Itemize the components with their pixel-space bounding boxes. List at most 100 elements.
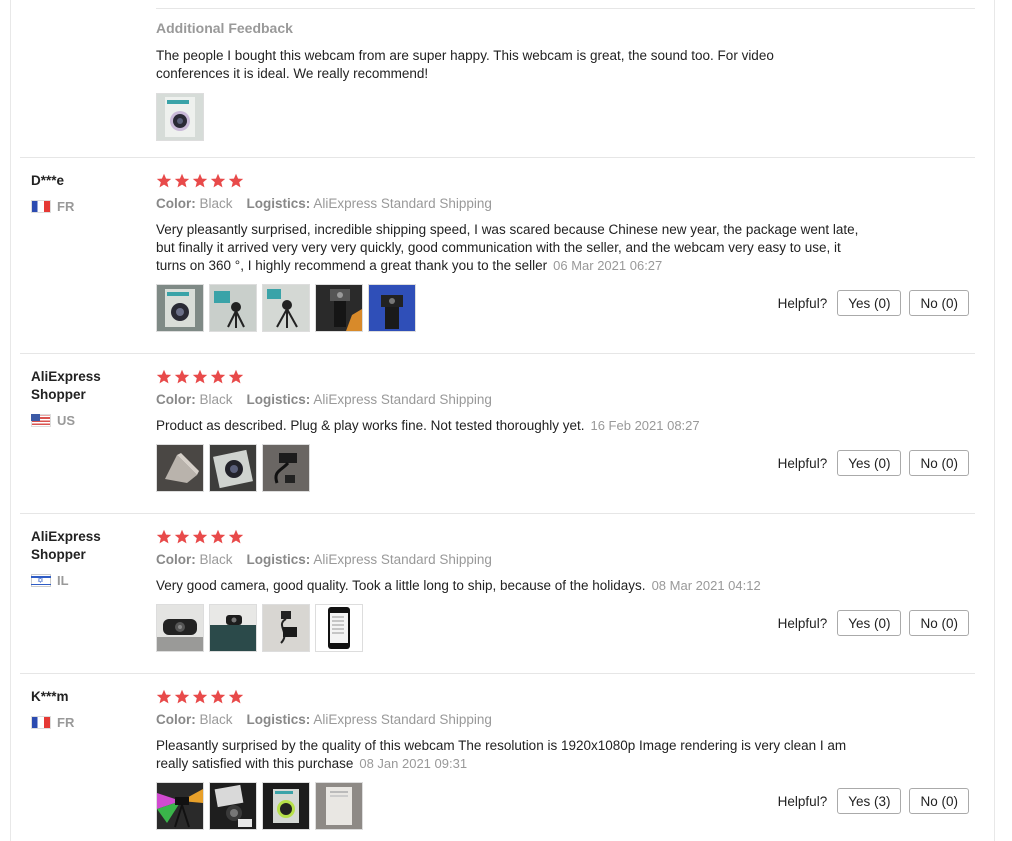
star-icon [210,369,226,384]
country-code: FR [57,715,75,730]
helpful-no-button[interactable]: No (0) [909,290,969,316]
star-icon [228,173,244,188]
review-photo[interactable] [262,444,310,492]
helpful-yes-button[interactable]: Yes (0) [837,610,902,636]
review-photo[interactable] [315,284,363,332]
review-photo[interactable] [156,782,204,830]
review-photo[interactable] [315,604,363,652]
review-photos [156,284,416,332]
logistics-label: Logistics: [246,712,311,727]
logistics-label: Logistics: [246,552,311,567]
usa-flag-icon [31,414,51,427]
star-rating [156,689,244,705]
review-photo[interactable] [262,284,310,332]
review-meta: Color: Black Logistics: AliExpress Standa… [156,552,492,567]
helpful-no-button[interactable]: No (0) [909,450,969,476]
color-label: Color: [156,196,196,211]
star-icon [174,529,190,544]
country-code: IL [57,573,69,588]
reviewer-country: US [31,413,75,428]
logistics-value: AliExpress Standard Shipping [313,552,492,567]
review-meta: Color: Black Logistics: AliExpress Standa… [156,392,492,407]
helpful-label: Helpful? [777,295,828,311]
review-body: Very pleasantly surprised, incredible sh… [156,222,859,273]
star-icon [228,529,244,544]
star-rating [156,369,244,385]
review-photo[interactable] [156,604,204,652]
reviewer-name: AliExpress Shopper [31,369,101,402]
review-body: Product as described. Plug & play works … [156,418,585,433]
review-text: Very good camera, good quality. Took a l… [156,577,861,595]
review-photo[interactable] [209,284,257,332]
review-photo[interactable] [262,782,310,830]
review-date: 08 Mar 2021 04:12 [651,578,761,593]
helpful-vote: Helpful? Yes (0) No (0) [778,450,969,476]
france-flag-icon [31,200,51,213]
star-icon [228,369,244,384]
logistics-value: AliExpress Standard Shipping [313,712,492,727]
logistics-value: AliExpress Standard Shipping [313,392,492,407]
logistics-value: AliExpress Standard Shipping [313,196,492,211]
reviewer-name: AliExpress Shopper [31,529,101,562]
review-photos [156,782,363,830]
review-meta: Color: Black Logistics: AliExpress Standa… [156,196,492,211]
star-icon [192,369,208,384]
star-icon [192,689,208,704]
divider [20,673,975,674]
review-date: 16 Feb 2021 08:27 [590,418,700,433]
divider [156,8,975,9]
star-icon [156,529,172,544]
review-photo[interactable] [262,604,310,652]
review-photos [156,444,310,492]
star-icon [210,529,226,544]
star-icon [210,173,226,188]
review-photo[interactable] [156,284,204,332]
color-label: Color: [156,552,196,567]
review-photo[interactable] [209,444,257,492]
review-photo[interactable] [209,782,257,830]
france-flag-icon [31,716,51,729]
country-code: US [57,413,76,428]
review-text: Product as described. Plug & play works … [156,417,861,435]
helpful-vote: Helpful? Yes (0) No (0) [778,610,969,636]
helpful-yes-button[interactable]: Yes (0) [837,450,902,476]
helpful-yes-button[interactable]: Yes (3) [837,788,902,814]
helpful-no-button[interactable]: No (0) [909,610,969,636]
review-photo[interactable] [156,93,204,141]
star-rating [156,173,244,189]
reviewer-name: D***e [31,173,65,188]
color-value: Black [199,712,233,727]
israel-flag-icon: ✡ [31,574,51,587]
star-icon [228,689,244,704]
review-photo[interactable] [156,444,204,492]
helpful-vote: Helpful? Yes (3) No (0) [778,788,969,814]
review-body: Very good camera, good quality. Took a l… [156,578,646,593]
helpful-no-button[interactable]: No (0) [909,788,969,814]
star-icon [192,173,208,188]
helpful-label: Helpful? [777,615,828,631]
star-icon [210,689,226,704]
star-icon [174,689,190,704]
reviewer-country: ✡ IL [31,573,69,588]
country-code: FR [57,199,75,214]
reviewer-country: FR [31,199,74,214]
star-icon [156,689,172,704]
review-date: 08 Jan 2021 09:31 [359,756,468,771]
review-photo[interactable] [315,782,363,830]
color-value: Black [199,392,233,407]
color-value: Black [199,552,233,567]
color-label: Color: [156,392,196,407]
review-photo[interactable] [368,284,416,332]
reviewer-name: K***m [31,689,69,704]
star-icon [192,529,208,544]
color-label: Color: [156,712,196,727]
helpful-yes-button[interactable]: Yes (0) [837,290,902,316]
review-photos [156,604,363,652]
review-date: 06 Mar 2021 06:27 [553,258,663,273]
review-meta: Color: Black Logistics: AliExpress Standa… [156,712,492,727]
divider [20,157,975,158]
helpful-label: Helpful? [777,455,828,471]
color-value: Black [199,196,233,211]
additional-feedback-title: Additional Feedback [156,20,293,36]
review-photo[interactable] [209,604,257,652]
